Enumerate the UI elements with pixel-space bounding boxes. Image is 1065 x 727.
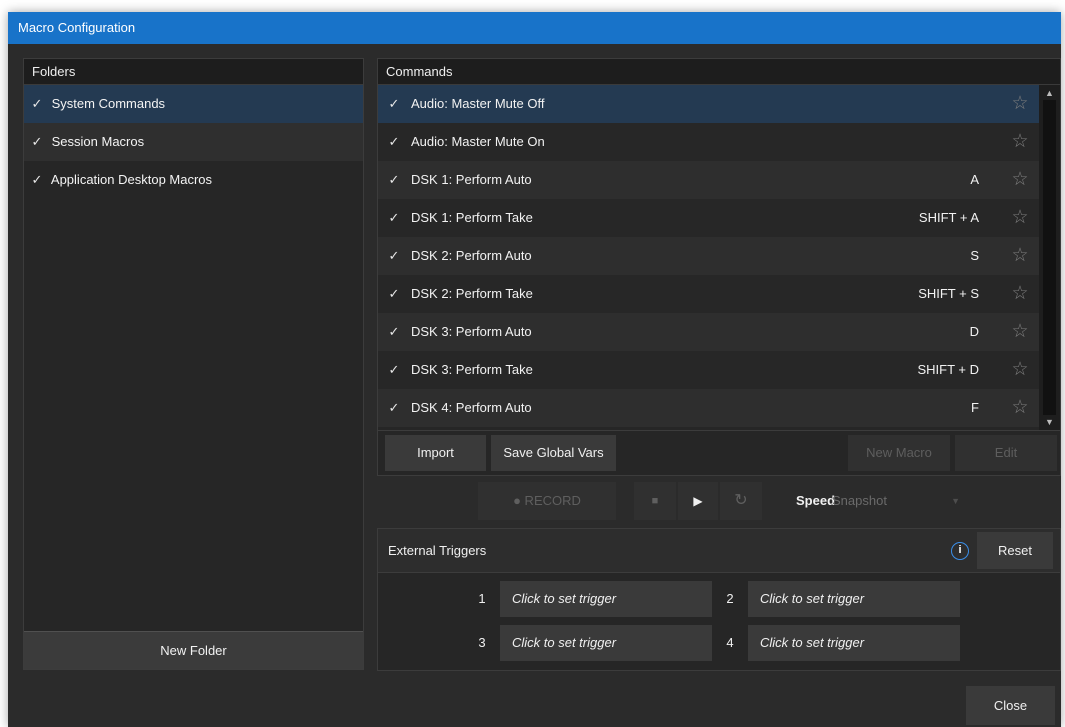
command-row[interactable]: ✓ DSK 1: Perform Take SHIFT + A ☆ xyxy=(378,199,1041,237)
check-icon: ✓ xyxy=(388,286,400,301)
trigger-slot-3[interactable]: Click to set trigger xyxy=(500,625,712,661)
play-icon[interactable]: ▶ xyxy=(678,482,718,520)
scrollbar-thumb[interactable] xyxy=(1043,100,1056,415)
speed-value: Snapshot xyxy=(832,493,887,508)
external-triggers-panel: External Triggers i Reset 1 Click to set… xyxy=(377,528,1061,671)
folder-label: Application Desktop Macros xyxy=(50,172,213,187)
check-icon: ✓ xyxy=(388,172,400,187)
commands-panel: Commands ✓ Audio: Master Mute Off ☆ ✓ Audi… xyxy=(377,58,1061,476)
command-label: DSK 3: Perform Take xyxy=(411,362,533,377)
info-icon[interactable]: i xyxy=(951,542,969,560)
check-icon: ✓ xyxy=(31,134,43,149)
scroll-up-arrow-icon[interactable]: ▲ xyxy=(1039,87,1060,99)
command-hotkey: A xyxy=(970,172,979,187)
command-row[interactable]: ✓ DSK 3: Perform Auto D ☆ xyxy=(378,313,1041,351)
favorite-star-icon[interactable]: ☆ xyxy=(1009,237,1031,275)
command-label: Audio: Master Mute On xyxy=(411,134,545,149)
check-icon: ✓ xyxy=(388,400,400,415)
trigger-slot-4[interactable]: Click to set trigger xyxy=(748,625,960,661)
command-row[interactable]: ✓ DSK 1: Perform Auto A ☆ xyxy=(378,161,1041,199)
folder-label: System Commands xyxy=(51,96,166,111)
command-hotkey: D xyxy=(969,324,979,339)
stop-icon[interactable]: ■ xyxy=(634,482,676,520)
favorite-star-icon[interactable]: ☆ xyxy=(1009,389,1031,427)
trigger-number: 4 xyxy=(726,635,734,650)
favorite-star-icon[interactable]: ☆ xyxy=(1009,199,1031,237)
command-row[interactable]: ✓ DSK 2: Perform Auto S ☆ xyxy=(378,237,1041,275)
command-row[interactable]: ✓ Audio: Master Mute Off ☆ xyxy=(378,85,1041,123)
record-button[interactable]: ● RECORD xyxy=(478,482,616,520)
macro-configuration-window: Macro Configuration Folders ✓ System Com… xyxy=(8,12,1061,727)
trigger-number: 1 xyxy=(478,591,486,606)
external-triggers-header: External Triggers i Reset xyxy=(378,529,1060,573)
folders-header: Folders xyxy=(24,59,363,85)
trigger-slot-2[interactable]: Click to set trigger xyxy=(748,581,960,617)
edit-button[interactable]: Edit xyxy=(955,435,1057,471)
command-row[interactable]: ✓ DSK 3: Perform Take SHIFT + D ☆ xyxy=(378,351,1041,389)
favorite-star-icon[interactable]: ☆ xyxy=(1009,275,1031,313)
trigger-number: 3 xyxy=(478,635,486,650)
scroll-down-arrow-icon[interactable]: ▼ xyxy=(1039,416,1060,428)
command-label: Audio: Master Mute Off xyxy=(411,96,545,111)
command-hotkey: F xyxy=(971,400,979,415)
folder-item-session-macros[interactable]: ✓ Session Macros xyxy=(24,123,363,161)
folder-item-application-desktop-macros[interactable]: ✓ Application Desktop Macros xyxy=(24,161,363,199)
favorite-star-icon[interactable]: ☆ xyxy=(1009,85,1031,123)
check-icon: ✓ xyxy=(31,96,43,111)
check-icon: ✓ xyxy=(388,324,400,339)
close-button[interactable]: Close xyxy=(966,686,1055,725)
folder-label: Session Macros xyxy=(51,134,145,149)
commands-list: ✓ Audio: Master Mute Off ☆ ✓ Audio: Master… xyxy=(378,85,1041,430)
save-global-vars-button[interactable]: Save Global Vars xyxy=(491,435,616,471)
check-icon: ✓ xyxy=(388,134,400,149)
command-label: DSK 4: Perform Auto xyxy=(411,400,532,415)
trigger-number: 2 xyxy=(726,591,734,606)
command-label: DSK 2: Perform Take xyxy=(411,286,533,301)
command-hotkey: SHIFT + A xyxy=(918,210,979,225)
check-icon: ✓ xyxy=(388,96,400,111)
command-label: DSK 2: Perform Auto xyxy=(411,248,532,263)
check-icon: ✓ xyxy=(388,210,400,225)
command-hotkey: SHIFT + S xyxy=(918,286,979,301)
command-row[interactable]: ✓ DSK 4: Perform Auto F ☆ xyxy=(378,389,1041,427)
check-icon: ✓ xyxy=(31,172,43,187)
external-triggers-title: External Triggers xyxy=(388,543,487,558)
check-icon: ✓ xyxy=(388,362,400,377)
command-hotkey: SHIFT + D xyxy=(917,362,979,377)
folders-panel: Folders ✓ System Commands ✓ Session Macr… xyxy=(23,58,364,670)
favorite-star-icon[interactable]: ☆ xyxy=(1009,313,1031,351)
trigger-slot-1[interactable]: Click to set trigger xyxy=(500,581,712,617)
window-title: Macro Configuration xyxy=(8,12,1061,44)
import-button[interactable]: Import xyxy=(385,435,486,471)
command-label: DSK 1: Perform Take xyxy=(411,210,533,225)
new-macro-button[interactable]: New Macro xyxy=(848,435,950,471)
command-row[interactable]: ✓ Audio: Master Mute On ☆ xyxy=(378,123,1041,161)
commands-scrollbar[interactable]: ▲ ▼ xyxy=(1039,85,1060,430)
favorite-star-icon[interactable]: ☆ xyxy=(1009,351,1031,389)
chevron-down-icon: ▼ xyxy=(951,496,960,506)
loop-icon[interactable]: ↻ xyxy=(720,482,762,520)
command-label: DSK 1: Perform Auto xyxy=(411,172,532,187)
command-hotkey: S xyxy=(970,248,979,263)
reset-button[interactable]: Reset xyxy=(977,532,1053,569)
favorite-star-icon[interactable]: ☆ xyxy=(1009,123,1031,161)
check-icon: ✓ xyxy=(388,248,400,263)
folder-item-system-commands[interactable]: ✓ System Commands xyxy=(24,85,363,123)
speed-select[interactable]: Snapshot ▼ xyxy=(826,482,966,520)
favorite-star-icon[interactable]: ☆ xyxy=(1009,161,1031,199)
command-row[interactable]: ✓ DSK 2: Perform Take SHIFT + S ☆ xyxy=(378,275,1041,313)
new-folder-button[interactable]: New Folder xyxy=(24,631,363,669)
command-label: DSK 3: Perform Auto xyxy=(411,324,532,339)
commands-toolbar: Import Save Global Vars New Macro Edit xyxy=(378,430,1060,475)
commands-header: Commands xyxy=(378,59,1060,85)
